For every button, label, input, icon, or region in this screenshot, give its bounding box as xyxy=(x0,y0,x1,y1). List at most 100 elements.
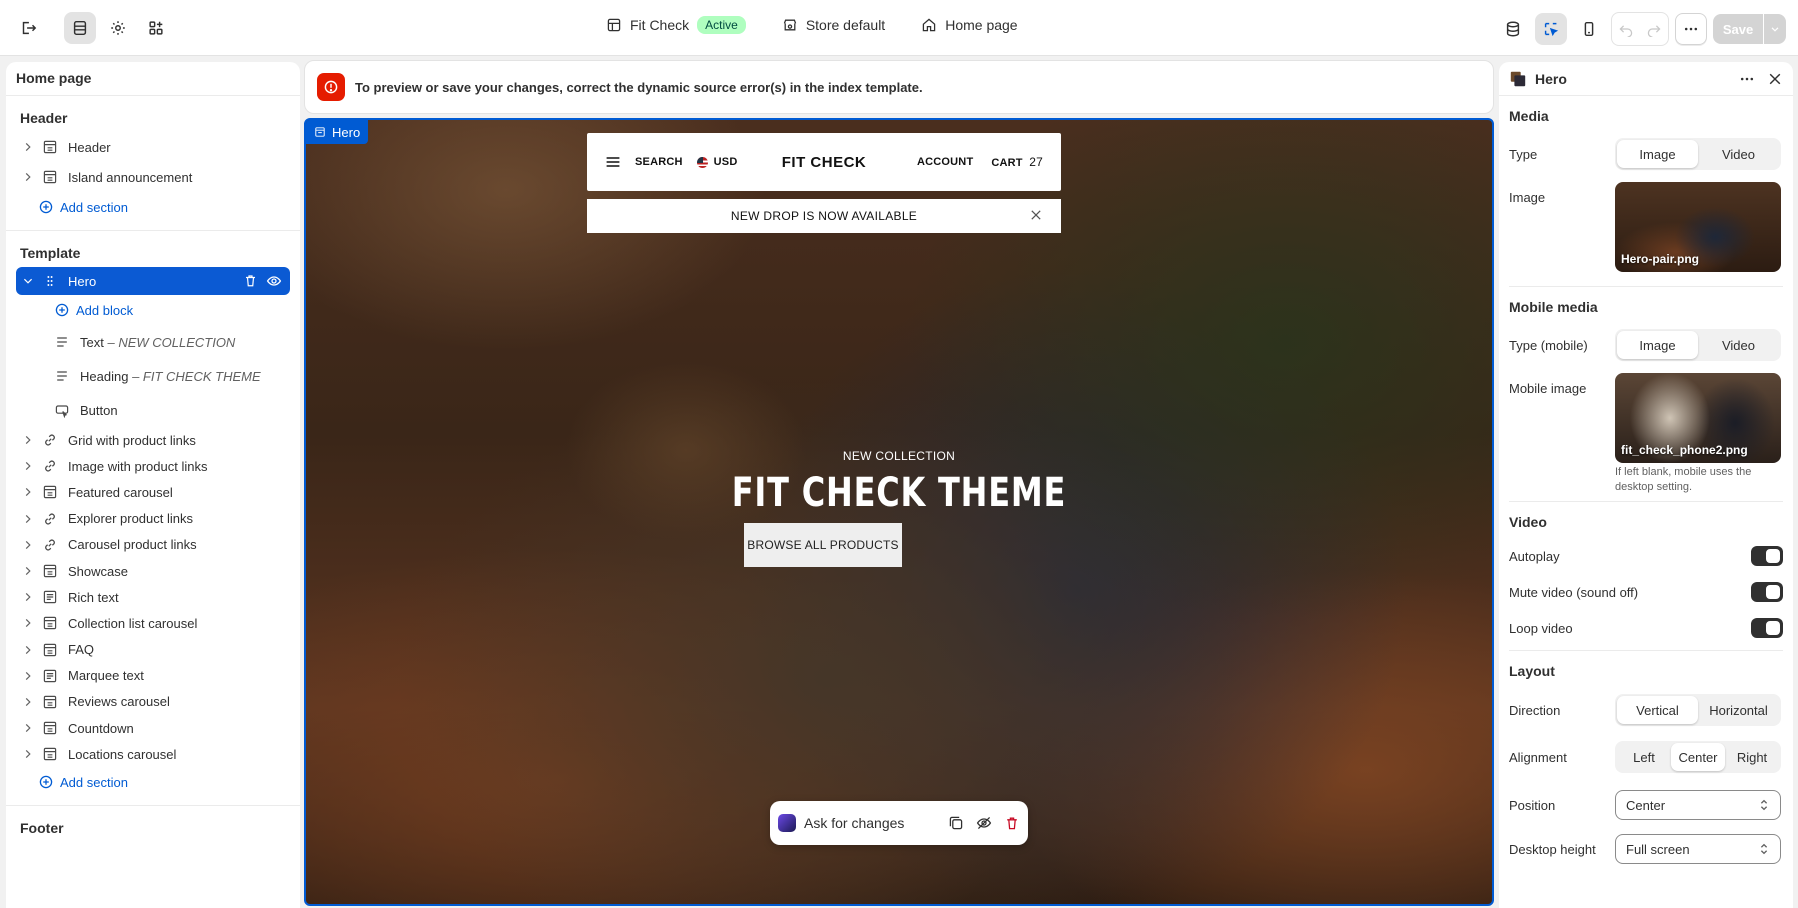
position-select[interactable]: Center xyxy=(1615,790,1781,820)
ask-for-changes-button[interactable]: Ask for changes xyxy=(804,815,904,831)
nav-left: SEARCH USD xyxy=(605,155,737,169)
duplicate-icon[interactable] xyxy=(948,815,964,831)
plus-circle-icon xyxy=(54,302,70,318)
chevron-right-icon[interactable] xyxy=(20,171,36,183)
chevron-right-icon[interactable] xyxy=(20,696,36,708)
direction-option-vertical[interactable]: Vertical xyxy=(1617,696,1698,724)
drag-handle-icon[interactable] xyxy=(42,273,58,289)
more-icon[interactable] xyxy=(1739,71,1755,87)
sidebar-item-marquee-text[interactable]: Marquee text xyxy=(6,663,300,689)
chevron-right-icon[interactable] xyxy=(20,513,36,525)
alignment-option-center[interactable]: Center xyxy=(1671,743,1725,771)
sidebar-item-island-announcement[interactable]: Island announcement xyxy=(6,162,300,192)
sidebar-item-featured-carousel[interactable]: Featured carousel xyxy=(6,479,300,505)
more-icon[interactable] xyxy=(1675,13,1707,45)
chevron-down-icon[interactable] xyxy=(1764,14,1786,44)
add-section-button[interactable]: Add section xyxy=(6,192,300,222)
mobile-image-picker[interactable]: fit_check_phone2.png xyxy=(1615,373,1781,463)
sidebar-item-header[interactable]: Header xyxy=(6,132,300,162)
chevron-right-icon[interactable] xyxy=(20,539,36,551)
store-navbar: SEARCH USD FIT CHECK ACCOUNT CART 27 xyxy=(587,133,1061,191)
currency-selector[interactable]: USD xyxy=(696,156,738,168)
chevron-right-icon[interactable] xyxy=(20,486,36,498)
sidebar-item-hero[interactable]: Hero xyxy=(16,267,290,295)
chevron-right-icon[interactable] xyxy=(20,644,36,656)
chevron-right-icon[interactable] xyxy=(20,434,36,446)
sidebar-item-reviews-carousel[interactable]: Reviews carousel xyxy=(6,689,300,715)
chevron-right-icon[interactable] xyxy=(20,722,36,734)
mobile-type-option-image[interactable]: Image xyxy=(1617,331,1698,359)
theme-selector[interactable]: Fit Check Active xyxy=(606,16,746,34)
block-item-text[interactable]: Text – NEW COLLECTION xyxy=(6,325,300,359)
gear-icon[interactable] xyxy=(102,12,134,44)
sidebar-item-carousel-product-links[interactable]: Carousel product links xyxy=(6,532,300,558)
media-section: Media Type Image Video Image Hero-pair.p… xyxy=(1499,96,1793,869)
chevron-right-icon[interactable] xyxy=(20,670,36,682)
close-icon[interactable] xyxy=(1767,71,1783,87)
browse-products-button[interactable]: BROWSE ALL PRODUCTS xyxy=(744,523,902,567)
mobile-type-option-video[interactable]: Video xyxy=(1698,331,1779,359)
eye-icon[interactable] xyxy=(266,273,282,289)
block-item-button[interactable]: Button xyxy=(6,393,300,427)
image-picker[interactable]: Hero-pair.png xyxy=(1615,182,1781,272)
add-block-button[interactable]: Add block xyxy=(6,295,300,325)
page-selector[interactable]: Home page xyxy=(921,17,1018,33)
alignment-option-left[interactable]: Left xyxy=(1617,743,1671,771)
sidebar-item-image-with-product-links[interactable]: Image with product links xyxy=(6,453,300,479)
apps-icon[interactable] xyxy=(140,12,172,44)
chevron-right-icon[interactable] xyxy=(20,617,36,629)
exit-icon[interactable] xyxy=(12,12,44,44)
chevron-right-icon[interactable] xyxy=(20,565,36,577)
inspector-icon[interactable] xyxy=(1535,13,1567,45)
nav-search[interactable]: SEARCH xyxy=(635,156,683,168)
chevron-right-icon[interactable] xyxy=(20,460,36,472)
settings-panel: Hero Media Type Image Video Image Hero-p… xyxy=(1499,62,1793,908)
delete-icon[interactable] xyxy=(1004,815,1020,831)
hide-icon[interactable] xyxy=(976,815,992,831)
sidebar-item-grid-with-product-links[interactable]: Grid with product links xyxy=(6,427,300,453)
position-row: Position Center xyxy=(1509,781,1783,829)
sidebar-item-rich-text[interactable]: Rich text xyxy=(6,584,300,610)
sidebar-item-collection-list-carousel[interactable]: Collection list carousel xyxy=(6,610,300,636)
chevron-right-icon[interactable] xyxy=(20,748,36,760)
save-button[interactable]: Save xyxy=(1713,14,1763,44)
add-section-label: Add section xyxy=(60,774,128,790)
mobile-icon[interactable] xyxy=(1573,13,1605,45)
add-section-button[interactable]: Add section xyxy=(6,767,300,797)
mute-toggle[interactable] xyxy=(1751,582,1783,602)
autoplay-toggle[interactable] xyxy=(1751,546,1783,566)
database-icon[interactable] xyxy=(1497,13,1529,45)
type-option-image[interactable]: Image xyxy=(1617,140,1698,168)
chevron-right-icon[interactable] xyxy=(20,141,36,153)
redo-icon[interactable] xyxy=(1640,13,1668,45)
chevron-down-icon[interactable] xyxy=(20,275,36,287)
hero-actions xyxy=(243,273,290,289)
type-option-video[interactable]: Video xyxy=(1698,140,1779,168)
hero-section[interactable]: Hero SEARCH USD FIT CHECK ACCOUNT CART 2… xyxy=(304,118,1494,906)
block-item-heading[interactable]: Heading – FIT CHECK THEME xyxy=(6,359,300,393)
sidebar-item-showcase[interactable]: Showcase xyxy=(6,558,300,584)
mobile-type-row: Type (mobile) Image Video xyxy=(1509,323,1783,367)
sidebar-item-faq[interactable]: FAQ xyxy=(6,637,300,663)
delete-icon[interactable] xyxy=(243,273,258,289)
store-selector[interactable]: Store default xyxy=(782,17,885,33)
sections-icon[interactable] xyxy=(64,12,96,44)
alignment-option-right[interactable]: Right xyxy=(1725,743,1779,771)
settings-actions xyxy=(1739,71,1783,87)
loop-toggle[interactable] xyxy=(1751,618,1783,638)
mobile-hint: If left blank, mobile uses the desktop s… xyxy=(1615,466,1752,493)
sidebar-item-countdown[interactable]: Countdown xyxy=(6,715,300,741)
undo-icon[interactable] xyxy=(1612,13,1640,45)
sidebar-item-locations-carousel[interactable]: Locations carousel xyxy=(6,741,300,767)
mobile-type-segmented: Image Video xyxy=(1615,329,1781,361)
nav-cart[interactable]: CART 27 xyxy=(991,155,1043,169)
hamburger-icon[interactable] xyxy=(605,155,621,169)
direction-option-horizontal[interactable]: Horizontal xyxy=(1698,696,1779,724)
chevron-right-icon[interactable] xyxy=(20,591,36,603)
hero-tag: Hero xyxy=(306,120,369,144)
close-icon[interactable] xyxy=(1029,208,1043,222)
section-icon xyxy=(42,563,58,579)
nav-account[interactable]: ACCOUNT xyxy=(917,156,973,168)
sidebar-item-explorer-product-links[interactable]: Explorer product links xyxy=(6,506,300,532)
desktop-height-select[interactable]: Full screen xyxy=(1615,834,1781,864)
